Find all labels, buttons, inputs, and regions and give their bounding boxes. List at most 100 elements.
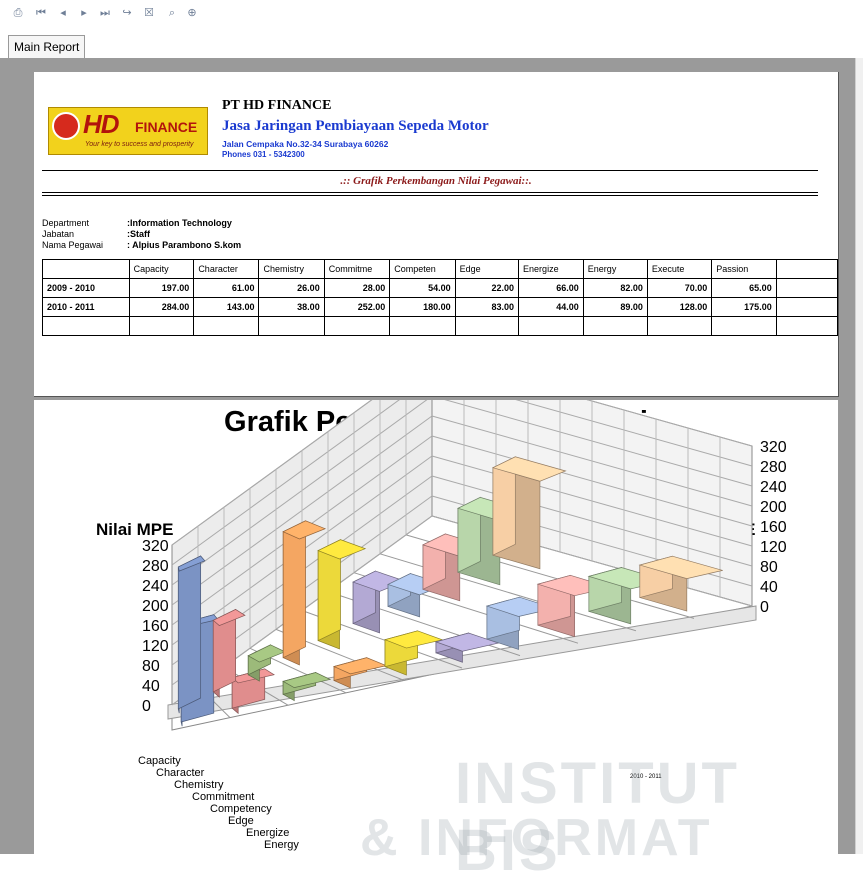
y-tick-label: 120 <box>142 638 169 655</box>
table-cell: 180.00 <box>389 297 456 317</box>
table-empty-cell <box>775 278 839 298</box>
report-title: .:: Grafik Perkembangan Nilai Pegawai::. <box>340 175 532 187</box>
table-empty-cell <box>775 259 839 279</box>
y-tick-label: 280 <box>142 558 169 575</box>
company-name: PT HD FINANCE <box>222 98 332 113</box>
y-tick-label: 120 <box>760 539 787 556</box>
x-tick-label: Edge <box>228 815 254 827</box>
table-cell: 70.00 <box>646 278 713 298</box>
y-tick-label: 80 <box>760 559 778 576</box>
x-tick-label: Character <box>156 767 205 779</box>
x-tick-label: Chemistry <box>174 779 224 791</box>
table-cell: 22.00 <box>454 278 520 298</box>
company-logo: HD FINANCE Your key to success and prosp… <box>48 107 208 155</box>
table-header-cell: Commitme <box>323 259 391 279</box>
table-row: 2010 - 2011 284.00 143.00 38.00 252.00 180.00… <box>42 297 839 317</box>
table-header-cell: Competen <box>389 259 456 279</box>
info-value-nama: : Alpius Parambono S.kom <box>127 240 242 250</box>
report-page: HD FINANCE Your key to success and prosp… <box>34 72 839 397</box>
table-cell: 284.00 <box>128 297 195 317</box>
close-report-icon[interactable]: ☒ <box>141 5 157 21</box>
y-tick-label: 40 <box>142 678 160 695</box>
first-page-icon[interactable]: ⏮ <box>33 5 49 21</box>
table-empty-cell <box>258 316 325 336</box>
table-period-cell: 2010 - 2011 <box>42 297 130 317</box>
table-empty-cell <box>582 316 648 336</box>
table-period-cell: 2009 - 2010 <box>42 278 130 298</box>
y-tick-label: 40 <box>760 579 778 596</box>
logo-brand: HD <box>83 109 120 139</box>
table-row-empty <box>42 316 839 336</box>
watermark-line2: & INFORMAT <box>360 809 713 867</box>
table-header-cell: Execute <box>646 259 713 279</box>
y-tick-label: 160 <box>760 519 787 536</box>
y-tick-label: 80 <box>142 658 160 675</box>
logo-word: FINANCE <box>135 119 198 135</box>
print-icon[interactable]: ⎙ <box>10 5 26 21</box>
tab-strip: Main Report <box>0 33 863 59</box>
vertical-scrollbar[interactable] <box>855 58 863 854</box>
table-header-cell: Passion <box>711 259 777 279</box>
table-cell: 54.00 <box>389 278 456 298</box>
table-cell: 65.00 <box>711 278 777 298</box>
go-to-page-icon[interactable]: ↪ <box>119 5 135 21</box>
x-tick-label: Energy <box>264 839 299 851</box>
bar <box>177 555 202 710</box>
y-tick-label: 160 <box>142 618 169 635</box>
table-cell: 38.00 <box>258 297 325 317</box>
company-tagline: Jasa Jaringan Pembiayaan Sepeda Motor <box>222 118 489 134</box>
table-empty-cell <box>646 316 713 336</box>
table-empty-cell <box>454 316 520 336</box>
search-icon[interactable]: ⌕ <box>164 5 180 21</box>
table-empty-cell <box>128 316 195 336</box>
previous-page-icon[interactable]: ◂ <box>55 5 71 21</box>
table-empty-cell <box>775 297 839 317</box>
y-tick-label: 240 <box>142 578 169 595</box>
info-label-department: Department <box>42 218 90 228</box>
table-cell: 61.00 <box>193 278 260 298</box>
table-empty-cell <box>389 316 456 336</box>
table-header-cell: Energy <box>582 259 648 279</box>
divider <box>42 192 818 193</box>
table-header-cell: Chemistry <box>258 259 325 279</box>
logo-ring-icon <box>52 112 80 140</box>
table-header-cell: Energize <box>518 259 584 279</box>
info-value-department: :Information Technology <box>127 218 232 228</box>
table-cell: 128.00 <box>646 297 713 317</box>
zoom-icon[interactable]: ⊕ <box>184 5 200 21</box>
y-tick-label: 0 <box>760 599 769 616</box>
divider <box>42 170 818 171</box>
last-page-icon[interactable]: ⏭ <box>97 5 113 21</box>
table-cell: 252.00 <box>323 297 391 317</box>
company-phone: Phones 031 - 5342300 <box>222 150 305 159</box>
report-viewer[interactable]: HD FINANCE Your key to success and prosp… <box>0 58 863 854</box>
y-tick-label: 240 <box>760 479 787 496</box>
tab-main-report[interactable]: Main Report <box>8 35 86 58</box>
y-tick-label: 320 <box>760 439 787 456</box>
info-value-jabatan: :Staff <box>127 229 150 239</box>
x-tick-label: Competency <box>210 803 272 815</box>
table-empty-cell <box>518 316 584 336</box>
table-row: 2009 - 2010 197.00 61.00 26.00 28.00 54.00 22.… <box>42 278 839 298</box>
table-header-cell: Capacity <box>128 259 195 279</box>
table-cell: 89.00 <box>582 297 648 317</box>
company-address: Jalan Cempaka No.32-34 Surabaya 60262 <box>222 139 389 149</box>
table-cell: 197.00 <box>128 278 195 298</box>
table-empty-cell <box>323 316 391 336</box>
table-empty-cell <box>42 316 130 336</box>
table-cell: 26.00 <box>258 278 325 298</box>
table-header-cell: Character <box>193 259 260 279</box>
table-header-cell: Edge <box>454 259 520 279</box>
y-tick-label: 200 <box>760 499 787 516</box>
table-cell: 175.00 <box>711 297 777 317</box>
y-tick-label: 320 <box>142 538 169 555</box>
table-cell: 83.00 <box>454 297 520 317</box>
y-tick-label: 200 <box>142 598 169 615</box>
table-empty-cell <box>711 316 777 336</box>
logo-slogan: Your key to success and prosperity <box>85 141 194 148</box>
table-empty-cell <box>193 316 260 336</box>
x-tick-label: Commitment <box>192 791 254 803</box>
table-header-row: Capacity Character Chemistry Commitme Compet… <box>42 259 839 279</box>
next-page-icon[interactable]: ▸ <box>76 5 92 21</box>
bar <box>282 520 306 659</box>
